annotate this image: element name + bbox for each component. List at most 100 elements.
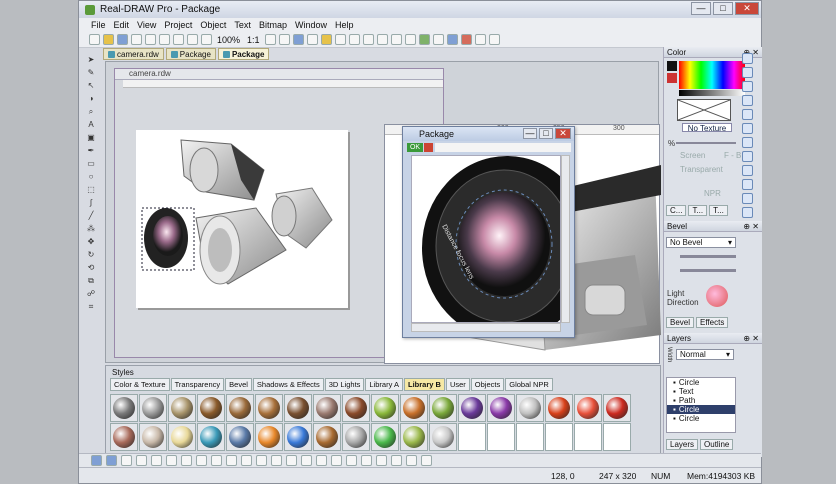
bevel-select[interactable]: No Bevel ▾ bbox=[666, 237, 736, 248]
effects-icon[interactable] bbox=[741, 193, 753, 204]
style-swatch[interactable] bbox=[458, 394, 486, 422]
style-swatch[interactable] bbox=[487, 423, 515, 451]
style-swatch[interactable] bbox=[284, 394, 312, 422]
style-swatch[interactable] bbox=[197, 394, 225, 422]
text-tool-icon[interactable]: A bbox=[86, 120, 97, 129]
align-icon[interactable] bbox=[390, 34, 402, 45]
order-back-icon[interactable] bbox=[166, 455, 177, 466]
rotate-left-icon[interactable] bbox=[271, 455, 282, 466]
style-tab[interactable]: Global NPR bbox=[505, 378, 553, 391]
style-swatch[interactable] bbox=[284, 423, 312, 451]
style-swatch[interactable] bbox=[603, 423, 631, 451]
curve-icon[interactable]: ∫ bbox=[86, 198, 97, 207]
style-swatch[interactable] bbox=[429, 423, 457, 451]
menu-object[interactable]: Object bbox=[200, 20, 226, 30]
camera-page[interactable] bbox=[136, 130, 348, 308]
ungroup-icon[interactable] bbox=[136, 455, 147, 466]
transparent-option[interactable]: Transparent bbox=[680, 165, 723, 174]
vertical-scrollbar[interactable] bbox=[561, 155, 570, 323]
align-center-icon[interactable] bbox=[196, 455, 207, 466]
layer-row[interactable]: ▪ Path bbox=[667, 396, 735, 405]
image-tool-icon[interactable]: ▣ bbox=[86, 133, 97, 142]
style-swatch[interactable] bbox=[400, 423, 428, 451]
menu-window[interactable]: Window bbox=[295, 20, 327, 30]
maximize-button[interactable]: □ bbox=[713, 2, 733, 15]
menu-edit[interactable]: Edit bbox=[114, 20, 130, 30]
smudge-icon[interactable]: ☍ bbox=[86, 289, 97, 298]
style-tab[interactable]: Bevel bbox=[225, 378, 252, 391]
flip-v-icon[interactable] bbox=[256, 455, 267, 466]
new-file-icon[interactable] bbox=[89, 34, 100, 45]
visibility-icon[interactable]: ▪ bbox=[673, 405, 676, 414]
style-tab[interactable]: Transparency bbox=[170, 378, 225, 391]
plugin-icon[interactable] bbox=[432, 34, 444, 45]
ellipse-icon[interactable]: ○ bbox=[86, 172, 97, 181]
flip-h-icon[interactable] bbox=[241, 455, 252, 466]
style-swatch[interactable] bbox=[168, 394, 196, 422]
tab-package-2[interactable]: Package bbox=[217, 48, 270, 60]
style-tab[interactable]: Shadows & Effects bbox=[252, 378, 324, 391]
move-icon[interactable]: ✥ bbox=[86, 237, 97, 246]
menu-file[interactable]: File bbox=[91, 20, 106, 30]
layer-row[interactable]: ▪ Text bbox=[667, 387, 735, 396]
close-button[interactable]: ✕ bbox=[555, 128, 571, 139]
align-left-icon[interactable] bbox=[181, 455, 192, 466]
rotate-icon[interactable]: ↻ bbox=[86, 250, 97, 259]
lock-icon[interactable] bbox=[346, 455, 357, 466]
canvas-area[interactable]: camera.rdw 300 Package — □ ✕ OK Distance… bbox=[105, 61, 661, 364]
select-arrow-icon[interactable]: ➤ bbox=[86, 55, 97, 64]
transform-icon[interactable] bbox=[376, 34, 388, 45]
style-swatch[interactable] bbox=[545, 394, 573, 422]
pointer-mode-icon[interactable] bbox=[446, 34, 458, 45]
style-swatch[interactable] bbox=[110, 394, 138, 422]
close-button[interactable]: ✕ bbox=[735, 2, 759, 15]
visibility-icon[interactable]: ▪ bbox=[673, 387, 676, 396]
style-tab[interactable]: Color & Texture bbox=[110, 378, 170, 391]
style-swatch[interactable] bbox=[429, 394, 457, 422]
bevel-icon[interactable] bbox=[741, 109, 753, 120]
style-swatch[interactable] bbox=[342, 423, 370, 451]
background-color[interactable] bbox=[667, 73, 677, 83]
npr-option[interactable]: NPR bbox=[704, 189, 721, 198]
style-swatch[interactable] bbox=[603, 394, 631, 422]
maximize-button[interactable]: □ bbox=[539, 128, 553, 139]
group-icon[interactable] bbox=[121, 455, 132, 466]
brush-icon[interactable]: ✎ bbox=[86, 68, 97, 77]
minimize-button[interactable]: — bbox=[691, 2, 711, 15]
save-icon[interactable] bbox=[117, 34, 128, 45]
gradient-icon[interactable] bbox=[741, 81, 753, 92]
visibility-icon[interactable]: ▪ bbox=[673, 396, 676, 405]
zoom-in-icon[interactable] bbox=[264, 34, 276, 45]
eyedropper-icon[interactable] bbox=[334, 34, 346, 45]
print-icon[interactable] bbox=[131, 34, 142, 45]
crop-icon[interactable] bbox=[362, 34, 374, 45]
library-icon[interactable] bbox=[741, 207, 753, 218]
minimize-button[interactable]: — bbox=[523, 128, 537, 139]
next-arrow-icon[interactable] bbox=[106, 455, 117, 466]
style-tab[interactable]: Objects bbox=[470, 378, 505, 391]
menu-text[interactable]: Text bbox=[234, 20, 251, 30]
tab-color[interactable]: C... bbox=[666, 205, 687, 216]
npr-icon[interactable] bbox=[741, 151, 753, 162]
undo-icon[interactable] bbox=[187, 34, 198, 45]
cancel-icon[interactable] bbox=[424, 143, 433, 152]
line-icon[interactable]: ╱ bbox=[86, 211, 97, 220]
grid-icon[interactable] bbox=[404, 34, 416, 45]
ok-button[interactable]: OK bbox=[407, 143, 423, 152]
lens-preview[interactable]: Distance focus lens bbox=[411, 155, 561, 323]
fill-icon[interactable]: ◑ bbox=[86, 94, 97, 103]
style-swatch[interactable] bbox=[574, 394, 602, 422]
tab-bevel[interactable]: Bevel bbox=[666, 317, 695, 328]
style-swatch[interactable] bbox=[255, 394, 283, 422]
shadow-icon[interactable] bbox=[741, 123, 753, 134]
bevel-slider-2[interactable] bbox=[680, 269, 736, 272]
node-edit-icon[interactable]: ↖ bbox=[86, 81, 97, 90]
lights-icon[interactable] bbox=[741, 137, 753, 148]
spray-icon[interactable]: ⁂ bbox=[86, 224, 97, 233]
effect-icon[interactable] bbox=[391, 455, 402, 466]
foreground-color[interactable] bbox=[667, 61, 677, 71]
refresh-icon[interactable] bbox=[306, 34, 318, 45]
zoom-out-icon[interactable] bbox=[278, 34, 290, 45]
style-swatch[interactable] bbox=[313, 394, 341, 422]
outline-icon[interactable] bbox=[741, 179, 753, 190]
